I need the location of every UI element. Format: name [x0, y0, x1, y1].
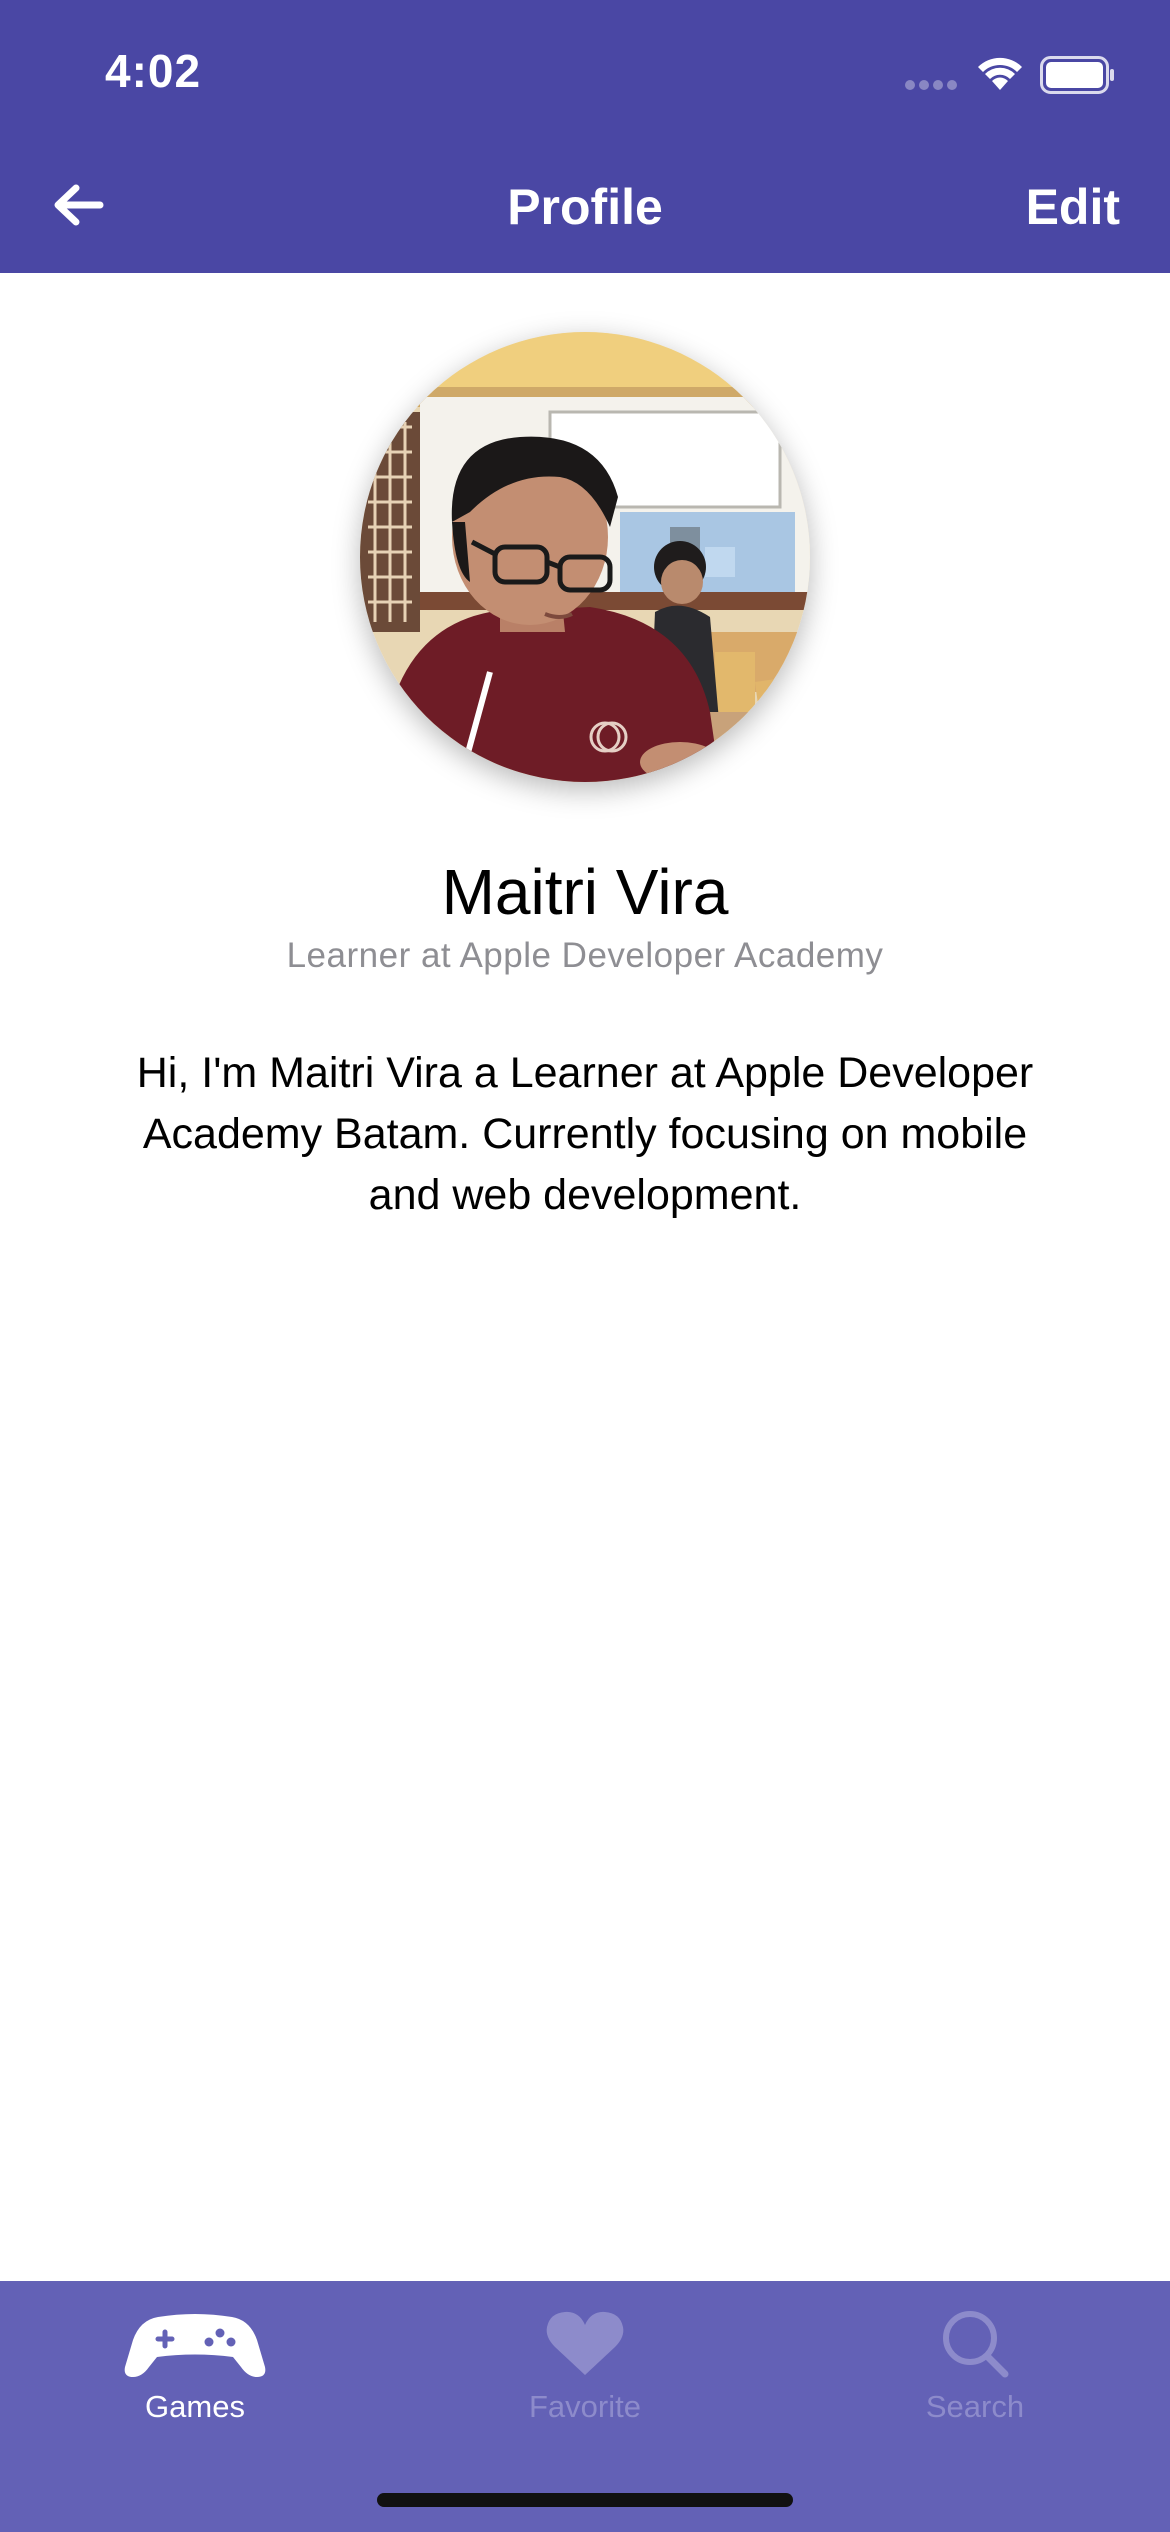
- status-time: 4:02: [105, 45, 202, 97]
- profile-screen: 4:02 Profile Edit Maitri Vira Learner at…: [0, 0, 1170, 2532]
- heart-icon: [546, 2311, 624, 2375]
- wifi-icon: [978, 57, 1022, 90]
- profile-name: Maitri Vira: [441, 856, 729, 928]
- profile-avatar: [360, 332, 810, 782]
- tab-label: Search: [925, 2389, 1025, 2424]
- tab-label: Favorite: [529, 2389, 641, 2424]
- profile-bio: Hi, I'm Maitri Vira a Learner at Apple D…: [136, 1049, 1034, 1219]
- tab-search[interactable]: Search: [825, 2281, 1125, 2441]
- tab-games[interactable]: Games: [45, 2281, 345, 2441]
- edit-button[interactable]: Edit: [1026, 178, 1120, 236]
- cellular-signal-icon: [905, 80, 959, 94]
- tab-label: Games: [145, 2389, 245, 2424]
- profile-role: Learner at Apple Developer Academy: [286, 936, 884, 975]
- tab-bar: Games Favorite Search: [0, 2281, 1170, 2532]
- home-indicator: [377, 2493, 793, 2507]
- battery-icon: [1040, 56, 1114, 94]
- tab-favorite[interactable]: Favorite: [435, 2281, 735, 2441]
- gamepad-icon: [124, 2314, 266, 2377]
- search-icon: [943, 2311, 1009, 2378]
- navigation-bar: 4:02 Profile Edit: [0, 0, 1170, 273]
- page-title: Profile: [507, 179, 663, 235]
